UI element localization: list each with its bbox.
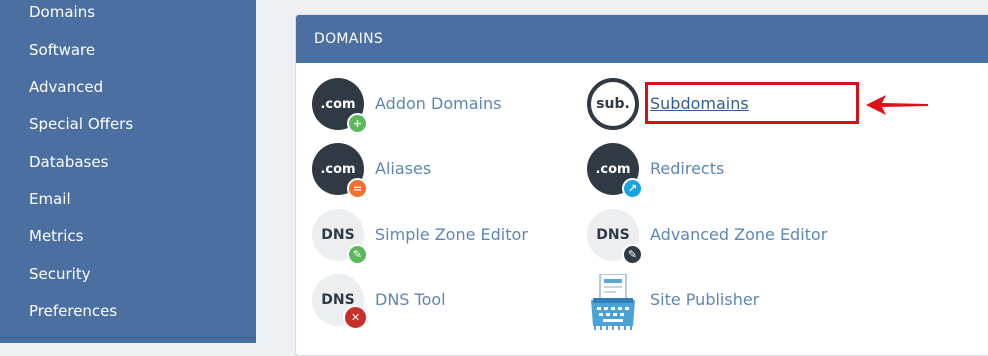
icon-text: .com — [320, 96, 356, 112]
dns-tool-item[interactable]: DNS ✕ DNS Tool — [312, 274, 532, 330]
redirect-badge-icon: ↗ — [622, 178, 643, 199]
dns-tool-link[interactable]: DNS Tool — [375, 274, 446, 326]
addon-domains-link[interactable]: Addon Domains — [375, 78, 501, 130]
advanced-zone-editor-item[interactable]: DNS ✎ Advanced Zone Editor — [587, 209, 847, 265]
addon-domains-item[interactable]: .com + Addon Domains — [312, 78, 532, 134]
sidebar-item-databases[interactable]: Databases — [29, 147, 108, 177]
tools-badge-icon: ✕ — [343, 305, 368, 330]
plus-badge-icon: + — [347, 113, 368, 134]
simple-zone-editor-item[interactable]: DNS ✎ Simple Zone Editor — [312, 209, 552, 265]
aliases-icon: .com = — [312, 143, 368, 199]
pencil-badge-icon: ✎ — [622, 244, 643, 265]
sidebar-item-preferences[interactable]: Preferences — [29, 296, 117, 326]
sidebar-item-email[interactable]: Email — [29, 184, 71, 214]
sidebar-item-advanced[interactable]: Advanced — [29, 72, 103, 102]
sidebar-item-special-offers[interactable]: Special Offers — [29, 109, 133, 139]
subdomains-icon: sub. — [587, 78, 639, 130]
highlight-box — [645, 82, 859, 124]
icon-text: sub. — [596, 96, 630, 112]
sidebar-item-domains[interactable]: Domains — [29, 0, 95, 27]
site-publisher-item[interactable]: Site Publisher — [587, 273, 807, 330]
icon-text: DNS — [321, 227, 355, 243]
sidebar-item-metrics[interactable]: Metrics — [29, 221, 83, 251]
sidebar: Domains Software Advanced Special Offers… — [0, 0, 256, 343]
aliases-link[interactable]: Aliases — [375, 143, 431, 195]
pencil-badge-icon: ✎ — [347, 244, 368, 265]
redirects-icon: .com ↗ — [587, 143, 643, 199]
aliases-item[interactable]: .com = Aliases — [312, 143, 532, 199]
advanced-zone-editor-link[interactable]: Advanced Zone Editor — [650, 209, 827, 261]
dns-tool-icon: DNS ✕ — [312, 274, 368, 330]
redirects-link[interactable]: Redirects — [650, 143, 724, 195]
site-publisher-link[interactable]: Site Publisher — [650, 274, 759, 326]
sidebar-item-security[interactable]: Security — [29, 259, 91, 289]
icon-text: .com — [595, 161, 631, 177]
equals-badge-icon: = — [347, 178, 368, 199]
simple-zone-editor-link[interactable]: Simple Zone Editor — [375, 209, 528, 261]
sidebar-item-software[interactable]: Software — [29, 35, 95, 65]
panel-title: DOMAINS — [314, 31, 384, 47]
addon-domains-icon: .com + — [312, 78, 368, 134]
icon-text: DNS — [596, 227, 630, 243]
simple-zone-editor-icon: DNS ✎ — [312, 209, 368, 265]
icon-text: .com — [320, 161, 356, 177]
arrow-icon — [866, 95, 928, 115]
redirects-item[interactable]: .com ↗ Redirects — [587, 143, 807, 199]
site-publisher-icon — [587, 273, 639, 330]
panel-header: DOMAINS — [296, 15, 988, 63]
advanced-zone-editor-icon: DNS ✎ — [587, 209, 643, 265]
sidebar-divider — [0, 337, 256, 338]
